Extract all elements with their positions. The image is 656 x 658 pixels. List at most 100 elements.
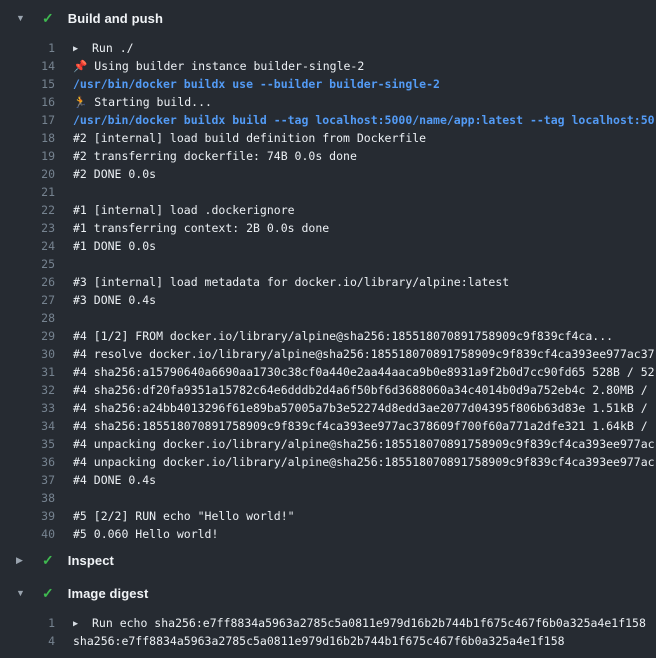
log-line: 38: [0, 489, 656, 507]
log-line: 20 #2 DONE 0.0s: [0, 165, 656, 183]
section-header-image-digest[interactable]: ▼ ✓ Image digest: [0, 581, 656, 605]
log-text: 📌 Using builder instance builder-single-…: [73, 57, 364, 75]
expand-arrow-icon[interactable]: ▶: [73, 615, 92, 633]
log-line: 31 #4 sha256:a15790640a6690aa1730c38cf0a4…: [0, 363, 656, 381]
log-text: #5 [2/2] RUN echo "Hello world!": [73, 507, 295, 525]
log-text: #4 sha256:a15790640a6690aa1730c38cf0a440…: [73, 363, 655, 381]
section-header-build-and-push[interactable]: ▼ ✓ Build and push: [0, 6, 656, 30]
log-text: #5 0.060 Hello world!: [73, 525, 218, 543]
log-text: #4 [1/2] FROM docker.io/library/alpine@s…: [73, 327, 613, 345]
section-toggle-icon[interactable]: ▼: [16, 14, 30, 23]
log-text: #2 [internal] load build definition from…: [73, 129, 426, 147]
log-text: #4 sha256:a24bb4013296f61e89ba57005a7b3e…: [73, 399, 655, 417]
line-number[interactable]: 35: [0, 437, 55, 451]
log-text: #1 transferring context: 2B 0.0s done: [73, 219, 329, 237]
log-lines-build-and-push: 1 ▶Run ./ 14 📌 Using builder instance build…: [0, 39, 656, 543]
line-number[interactable]: 34: [0, 419, 55, 433]
expand-arrow-icon[interactable]: ▶: [73, 40, 92, 58]
line-number[interactable]: 40: [0, 527, 55, 541]
line-number[interactable]: 22: [0, 203, 55, 217]
line-number[interactable]: 1: [0, 41, 55, 55]
line-number[interactable]: 1: [0, 616, 55, 630]
log-line: 17/usr/bin/docker buildx build --tag loc…: [0, 111, 656, 129]
log-text: ▶Run ./: [73, 39, 134, 57]
log-line: 26 #3 [internal] load metadata for docker…: [0, 273, 656, 291]
log-line: 19 #2 transferring dockerfile: 74B 0.0s d…: [0, 147, 656, 165]
log-text: #4 unpacking docker.io/library/alpine@sh…: [73, 435, 655, 453]
log-text: #4 DONE 0.4s: [73, 471, 156, 489]
log-line: 28: [0, 309, 656, 327]
log-line: 27 #3 DONE 0.4s: [0, 291, 656, 309]
log-text: #3 DONE 0.4s: [73, 291, 156, 309]
line-number[interactable]: 18: [0, 131, 55, 145]
line-number[interactable]: 14: [0, 59, 55, 73]
log-line: 29 #4 [1/2] FROM docker.io/library/alpine…: [0, 327, 656, 345]
line-number[interactable]: 30: [0, 347, 55, 361]
log-text: #3 [internal] load metadata for docker.i…: [73, 273, 509, 291]
log-text: #1 [internal] load .dockerignore: [73, 201, 295, 219]
line-number[interactable]: 28: [0, 311, 55, 325]
log-line: 16 🏃 Starting build...: [0, 93, 656, 111]
line-number[interactable]: 23: [0, 221, 55, 235]
log-line: 25: [0, 255, 656, 273]
log-line: 4 sha256:e7ff8834a5963a2785c5a0811e979d16…: [0, 632, 656, 650]
log-text: sha256:e7ff8834a5963a2785c5a0811e979d16b…: [73, 632, 565, 650]
log-line: 14 📌 Using builder instance builder-singl…: [0, 57, 656, 75]
line-number[interactable]: 19: [0, 149, 55, 163]
section-label: Image digest: [68, 586, 149, 601]
line-number[interactable]: 31: [0, 365, 55, 379]
log-text: #2 transferring dockerfile: 74B 0.0s don…: [73, 147, 357, 165]
log-text-command: /usr/bin/docker buildx build --tag local…: [73, 111, 655, 129]
log-text: 🏃 Starting build...: [73, 93, 212, 111]
log-line: 37 #4 DONE 0.4s: [0, 471, 656, 489]
log-line: 32 #4 sha256:df20fa9351a15782c64e6dddb2d4…: [0, 381, 656, 399]
line-number[interactable]: 20: [0, 167, 55, 181]
line-number[interactable]: 15: [0, 77, 55, 91]
success-check-icon: ✓: [42, 11, 54, 25]
line-number[interactable]: 17: [0, 113, 55, 127]
line-number[interactable]: 36: [0, 455, 55, 469]
actions-log-viewer: ▼ ✓ Build and push 1▶Run ./14📌 Using bui…: [0, 0, 656, 658]
log-text: #4 sha256:185518070891758909c9f839cf4ca3…: [73, 417, 655, 435]
line-number[interactable]: 26: [0, 275, 55, 289]
log-line: 34 #4 sha256:185518070891758909c9f839cf4c…: [0, 417, 656, 435]
line-number[interactable]: 24: [0, 239, 55, 253]
line-number[interactable]: 38: [0, 491, 55, 505]
section-toggle-icon[interactable]: ▶: [16, 556, 30, 565]
log-line: 18 #2 [internal] load build definition fr…: [0, 129, 656, 147]
log-text: ▶Run echo sha256:e7ff8834a5963a2785c5a08…: [73, 614, 646, 632]
line-number[interactable]: 25: [0, 257, 55, 271]
log-line: 1 ▶Run echo sha256:e7ff8834a5963a2785c5a0…: [0, 614, 656, 632]
log-text: #2 DONE 0.0s: [73, 165, 156, 183]
log-lines-image-digest: 1 ▶Run echo sha256:e7ff8834a5963a2785c5a0…: [0, 614, 656, 650]
line-number[interactable]: 33: [0, 401, 55, 415]
success-check-icon: ✓: [42, 586, 54, 600]
log-line: 39 #5 [2/2] RUN echo "Hello world!": [0, 507, 656, 525]
section-header-inspect[interactable]: ▶ ✓ Inspect: [0, 548, 656, 572]
line-number[interactable]: 21: [0, 185, 55, 199]
log-text: #1 DONE 0.0s: [73, 237, 156, 255]
log-line: 23 #1 transferring context: 2B 0.0s done: [0, 219, 656, 237]
line-number[interactable]: 32: [0, 383, 55, 397]
log-line: 22 #1 [internal] load .dockerignore: [0, 201, 656, 219]
line-number[interactable]: 37: [0, 473, 55, 487]
log-line: 21: [0, 183, 656, 201]
line-number[interactable]: 4: [0, 634, 55, 648]
log-line: 33 #4 sha256:a24bb4013296f61e89ba57005a7b…: [0, 399, 656, 417]
log-line: 24 #1 DONE 0.0s: [0, 237, 656, 255]
log-line: 40 #5 0.060 Hello world!: [0, 525, 656, 543]
section-label: Inspect: [68, 553, 114, 568]
line-number[interactable]: 29: [0, 329, 55, 343]
line-number[interactable]: 27: [0, 293, 55, 307]
success-check-icon: ✓: [42, 553, 54, 567]
log-line: 15/usr/bin/docker buildx use --builder b…: [0, 75, 656, 93]
log-line: 35 #4 unpacking docker.io/library/alpine@…: [0, 435, 656, 453]
log-text: #4 unpacking docker.io/library/alpine@sh…: [73, 453, 655, 471]
line-number[interactable]: 39: [0, 509, 55, 523]
log-line: 30 #4 resolve docker.io/library/alpine@sh…: [0, 345, 656, 363]
line-number[interactable]: 16: [0, 95, 55, 109]
section-toggle-icon[interactable]: ▼: [16, 589, 30, 598]
log-text: #4 sha256:df20fa9351a15782c64e6dddb2d4a6…: [73, 381, 655, 399]
log-text: #4 resolve docker.io/library/alpine@sha2…: [73, 345, 655, 363]
log-line: 36 #4 unpacking docker.io/library/alpine@…: [0, 453, 656, 471]
